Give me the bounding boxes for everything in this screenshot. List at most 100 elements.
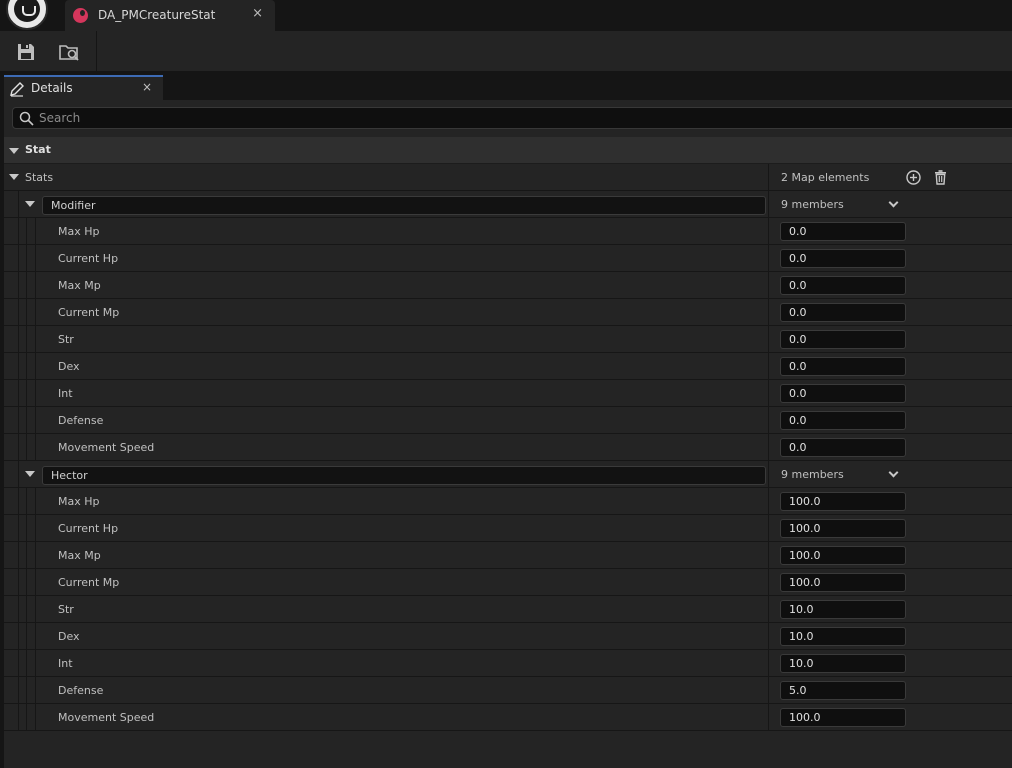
stat-value-input[interactable]: 0.0 [780, 357, 906, 376]
stat-field-row: Dex 0.0 [4, 353, 1012, 380]
stat-value-input[interactable]: 0.0 [780, 222, 906, 241]
indent-guide [35, 299, 36, 326]
indent-guide [18, 434, 19, 461]
stat-value-input[interactable]: 0.0 [780, 276, 906, 295]
column-divider [768, 380, 769, 407]
column-divider [768, 596, 769, 623]
expand-entry-arrow-icon[interactable] [25, 471, 35, 477]
map-key-field[interactable]: Modifier [42, 196, 766, 215]
stat-field-label: Dex [58, 360, 80, 373]
indent-guide [26, 569, 27, 596]
expand-entry-arrow-icon[interactable] [25, 201, 35, 207]
pencil-icon [10, 82, 24, 97]
stat-field-row: Dex 10.0 [4, 623, 1012, 650]
indent-guide [26, 380, 27, 407]
category-header-stat[interactable]: Stat [4, 137, 1012, 164]
expand-stats-arrow-icon[interactable] [9, 174, 19, 180]
members-count: 9 members [781, 198, 844, 211]
indent-guide [18, 650, 19, 677]
asset-editor-tab[interactable]: DA_PMCreatureStat × [65, 0, 275, 31]
indent-guide [18, 677, 19, 704]
indent-guide [35, 650, 36, 677]
stat-value-input[interactable]: 0.0 [780, 411, 906, 430]
search-icon [19, 111, 34, 126]
stat-value-input[interactable]: 100.0 [780, 492, 906, 511]
column-divider [768, 218, 769, 245]
indent-guide [35, 677, 36, 704]
stat-value-input[interactable]: 100.0 [780, 519, 906, 538]
stat-field-label: Movement Speed [58, 441, 155, 454]
stats-map-row: Stats 2 Map elements [4, 164, 1012, 191]
indent-guide [26, 218, 27, 245]
stat-field-label: Current Mp [58, 576, 120, 589]
stat-value-input[interactable]: 10.0 [780, 600, 906, 619]
stat-value-input[interactable]: 0.0 [780, 303, 906, 322]
stat-value-input[interactable]: 0.0 [780, 330, 906, 349]
clear-elements-trash-icon[interactable] [932, 169, 949, 186]
indent-guide [26, 299, 27, 326]
stat-field-row: Current Mp 100.0 [4, 569, 1012, 596]
browse-content-icon[interactable] [58, 41, 80, 63]
stat-value-input[interactable]: 0.0 [780, 384, 906, 403]
save-icon[interactable] [15, 41, 37, 63]
details-tab[interactable]: Details × [4, 75, 163, 100]
indent-guide [26, 326, 27, 353]
indent-guide [26, 623, 27, 650]
stat-field-row: Movement Speed 100.0 [4, 704, 1012, 731]
indent-guide [35, 542, 36, 569]
add-element-icon[interactable] [905, 169, 922, 186]
indent-guide [18, 407, 19, 434]
stat-field-label: Str [58, 603, 74, 616]
stat-field-row: Max Hp 100.0 [4, 488, 1012, 515]
stat-value-input[interactable]: 100.0 [780, 546, 906, 565]
column-divider [768, 164, 769, 191]
stats-label: Stats [25, 171, 54, 184]
indent-guide [26, 407, 27, 434]
column-divider [768, 542, 769, 569]
asset-toolbar [0, 31, 1012, 71]
collapse-arrow-icon[interactable] [9, 148, 19, 154]
stat-value-input[interactable]: 10.0 [780, 654, 906, 673]
indent-guide [35, 407, 36, 434]
stat-field-label: Int [58, 657, 73, 670]
indent-guide [18, 272, 19, 299]
search-input[interactable] [39, 109, 939, 127]
chevron-down-icon[interactable] [888, 467, 899, 478]
chevron-down-icon[interactable] [888, 197, 899, 208]
stat-field-label: Max Mp [58, 549, 101, 562]
stat-value-input[interactable]: 10.0 [780, 627, 906, 646]
details-panel: Stat Stats 2 Map elements Modifier 9 memb… [4, 100, 1012, 768]
stat-field-label: Defense [58, 684, 104, 697]
indent-guide [26, 596, 27, 623]
stat-value-input[interactable]: 100.0 [780, 573, 906, 592]
stat-value-input[interactable]: 0.0 [780, 438, 906, 457]
indent-guide [35, 245, 36, 272]
indent-guide [35, 569, 36, 596]
stat-value-input[interactable]: 100.0 [780, 708, 906, 727]
close-details-tab-icon[interactable]: × [142, 80, 152, 94]
column-divider [768, 299, 769, 326]
unreal-logo-icon[interactable] [6, 0, 48, 30]
indent-guide [26, 353, 27, 380]
indent-guide [35, 218, 36, 245]
map-elements-count: 2 Map elements [781, 171, 870, 184]
map-key-field[interactable]: Hector [42, 466, 766, 485]
indent-guide [18, 380, 19, 407]
stat-field-row: Defense 5.0 [4, 677, 1012, 704]
indent-guide [18, 245, 19, 272]
stat-value-input[interactable]: 5.0 [780, 681, 906, 700]
indent-guide [35, 704, 36, 731]
map-entry-key-row: Modifier 9 members [4, 191, 1012, 218]
column-divider [768, 461, 769, 488]
indent-guide [26, 704, 27, 731]
stat-value-input[interactable]: 0.0 [780, 249, 906, 268]
panel-tab-bar: Details × [0, 71, 1012, 100]
indent-guide [35, 623, 36, 650]
close-asset-tab-icon[interactable]: × [252, 6, 263, 21]
indent-guide [18, 299, 19, 326]
stat-field-label: Current Hp [58, 252, 119, 265]
indent-guide [18, 623, 19, 650]
stat-field-label: Defense [58, 414, 104, 427]
indent-guide [18, 191, 19, 218]
indent-guide [18, 569, 19, 596]
